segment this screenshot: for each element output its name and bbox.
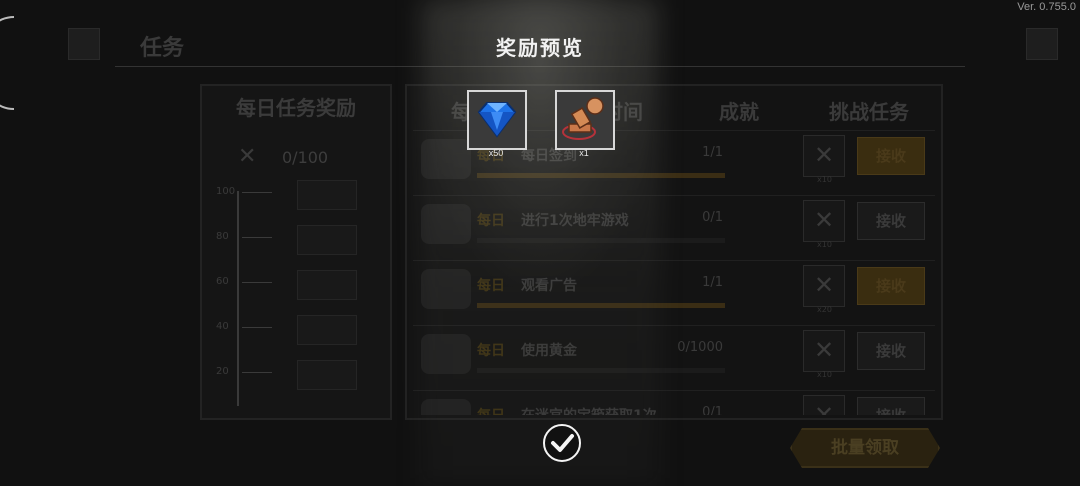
task-icon [421,334,471,374]
tick-line [242,282,272,283]
chest-icon[interactable] [297,315,357,345]
claim-button[interactable]: 接收 [857,267,925,305]
reward-qty: x50 [488,148,504,158]
claim-button[interactable]: 接收 [857,397,925,415]
tick-label: 60 [216,276,229,287]
reward-qty: x10 [817,175,832,184]
task-tag: 每日 [477,405,505,415]
chest-icon[interactable] [297,225,357,255]
version-label: Ver. 0.755.0 [1017,1,1076,13]
task-progress-bar [477,368,725,373]
progress-fill [477,303,725,308]
sword-icon: ✕ [238,144,257,169]
daily-reward-panel: 每日任务奖励 ✕ 0/100 100 80 60 40 20 [200,84,392,420]
claim-button[interactable]: 接收 [857,137,925,175]
task-icon [421,139,471,179]
back-arc-icon[interactable] [0,16,14,110]
task-row: 每日 在迷宫的宝箱获取1次 0/1 ✕ x10 接收 [413,390,935,415]
tick-line [242,192,272,193]
task-icon [421,269,471,309]
task-name: 观看广告 [521,278,577,294]
progress-track [237,191,239,406]
task-tag: 每日 [477,343,505,359]
reward-preview-title: 奖励预览 [496,36,584,60]
task-row: 每日 使用黄金 0/1000 ✕ x10 接收 [413,325,935,384]
confirm-button[interactable] [543,424,581,462]
task-count: 1/1 [702,145,723,160]
tick-line [242,372,272,373]
chest-icon[interactable] [297,360,357,390]
sword-icon: ✕ [803,330,845,372]
batch-claim-button[interactable]: 批量领取 [790,428,940,468]
claim-button[interactable]: 接收 [857,332,925,370]
reward-qty: x20 [817,305,832,314]
reward-qty: x10 [817,370,832,379]
task-progress-bar [477,173,725,178]
task-count: 0/1 [702,405,723,415]
task-count: 0/1 [702,210,723,225]
tick-label: 100 [216,186,236,197]
tab-challenge[interactable]: 挑战任务 [829,96,909,125]
tab-achievement[interactable]: 成就 [719,96,759,125]
task-count: 1/1 [702,275,723,290]
blue-gem-icon [477,102,517,138]
task-name: 在迷宫的宝箱获取1次 [521,405,657,415]
stamp-icon [562,97,604,140]
chest-icon[interactable] [297,180,357,210]
reward-card[interactable] [467,90,527,150]
task-count: 0/1000 [677,340,723,355]
task-tag: 每日 [477,278,505,294]
daily-progress: 0/100 [282,148,329,167]
task-name: 进行1次地牢游戏 [521,213,629,229]
reward-card[interactable] [555,90,615,150]
task-row: 每日 进行1次地牢游戏 0/1 ✕ x10 接收 [413,195,935,254]
reward-qty: x10 [817,240,832,249]
sword-icon: ✕ [803,200,845,242]
task-tag: 每日 [477,213,505,229]
tick-line [242,327,272,328]
progress-fill [477,173,725,178]
checkmark-icon [551,434,574,452]
tick-line [242,237,272,238]
task-icon [421,399,471,415]
sword-icon: ✕ [803,265,845,307]
tick-label: 20 [216,366,229,377]
claim-button[interactable]: 接收 [857,202,925,240]
tick-label: 40 [216,321,229,332]
chest-icon[interactable] [297,270,357,300]
task-name: 使用黄金 [521,343,577,359]
reward-qty: x1 [579,148,589,158]
task-progress-bar [477,238,725,243]
task-row: 每日 观看广告 1/1 ✕ x20 接收 [413,260,935,319]
task-icon [421,204,471,244]
task-progress-bar [477,303,725,308]
sword-icon: ✕ [803,135,845,177]
daily-reward-title: 每日任务奖励 [236,96,356,120]
sword-icon: ✕ [803,395,845,415]
tick-label: 80 [216,231,229,242]
